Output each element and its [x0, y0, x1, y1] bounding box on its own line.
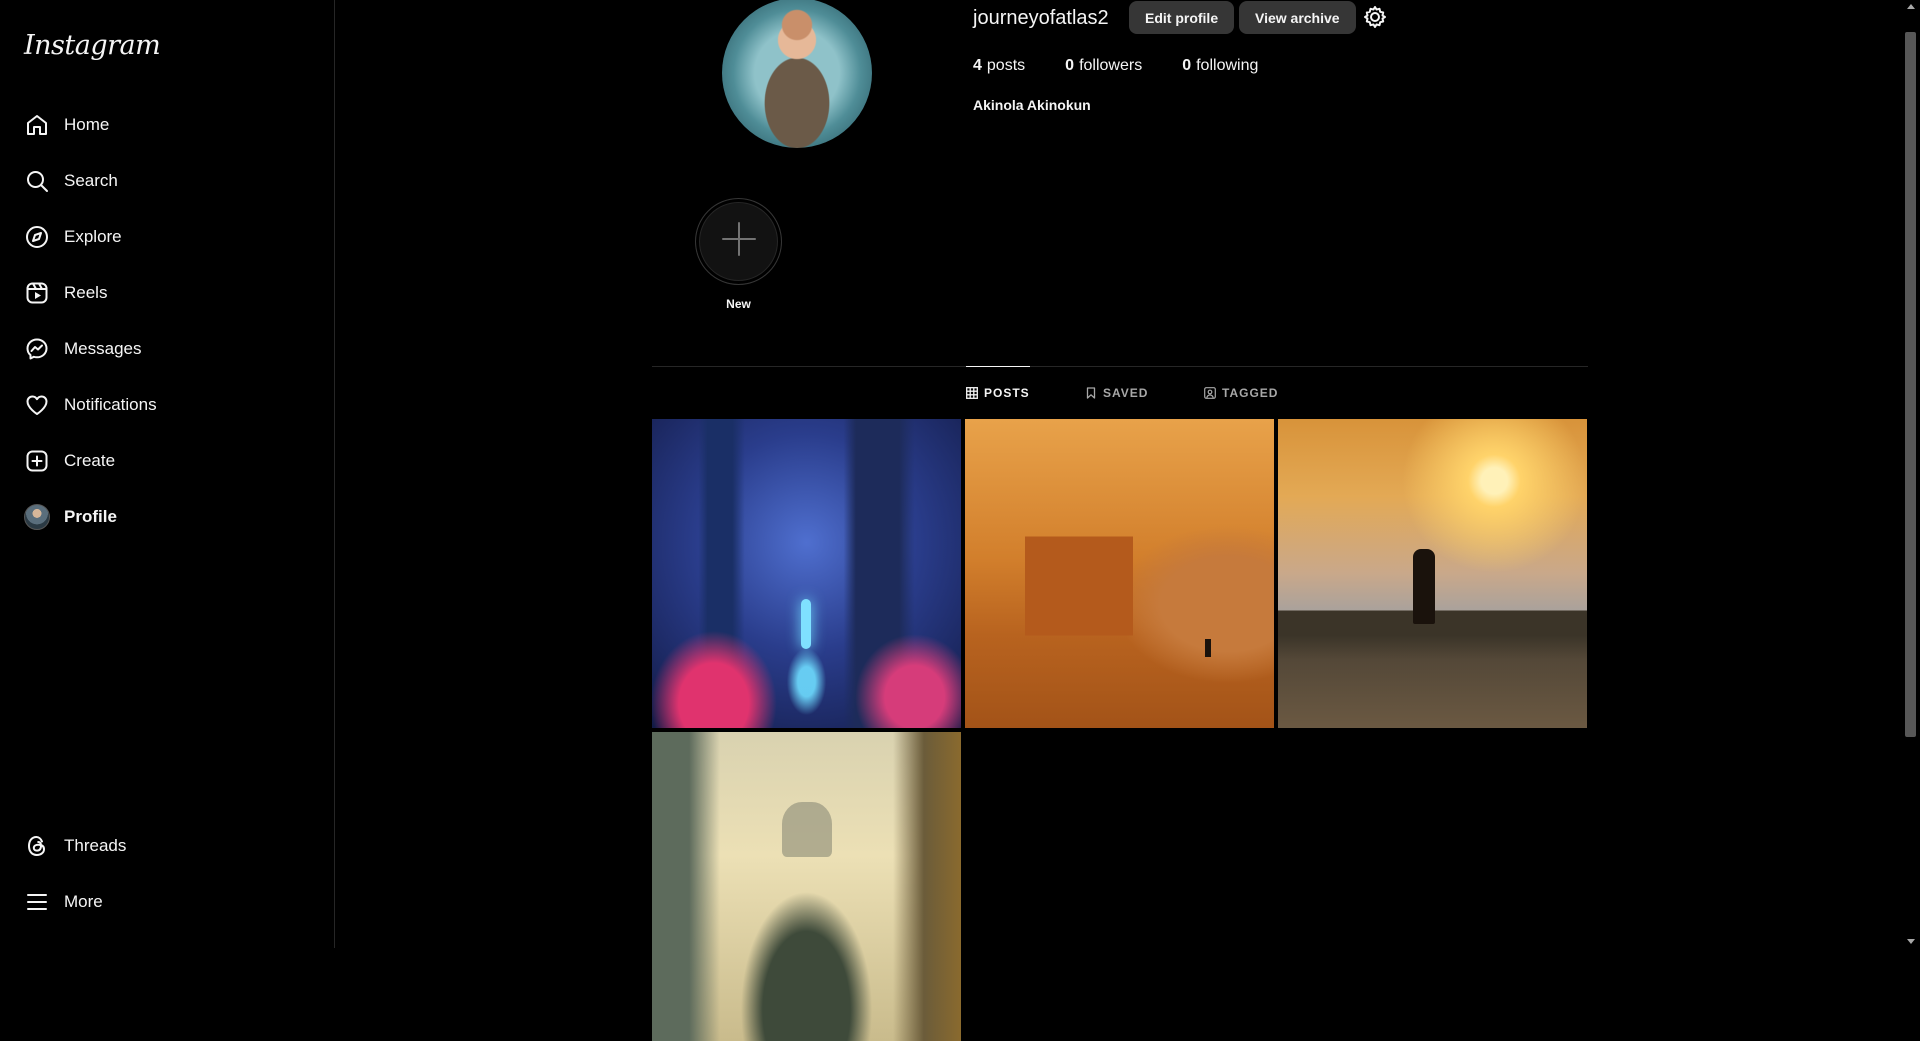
sidebar: Instagram Home Search Explore Reels Mess…	[0, 0, 335, 948]
threads-icon	[24, 833, 50, 859]
profile-main: journeyofatlas2 Edit profile View archiv…	[336, 0, 1901, 1041]
grid-icon	[966, 387, 978, 399]
posts-stat: 4 posts	[973, 57, 1025, 75]
posts-count: 4	[973, 57, 982, 74]
post-thumbnail[interactable]	[965, 419, 1274, 728]
sidebar-item-label: Profile	[64, 507, 117, 526]
hamburger-icon	[24, 889, 50, 915]
new-highlight-button[interactable]: New	[695, 198, 782, 311]
scrollbar[interactable]	[1901, 0, 1920, 948]
post-thumbnail[interactable]	[652, 419, 961, 728]
sidebar-item-label: Home	[64, 115, 110, 134]
sidebar-item-label: Reels	[64, 283, 108, 302]
sidebar-item-label: Search	[64, 171, 118, 190]
following-label: following	[1196, 57, 1259, 74]
sidebar-item-messages[interactable]: Messages	[12, 324, 322, 374]
tab-label: TAGGED	[1222, 385, 1279, 400]
sidebar-item-search[interactable]: Search	[12, 156, 322, 206]
tab-saved[interactable]: SAVED	[1085, 366, 1148, 419]
tag-user-icon	[1204, 386, 1216, 399]
instagram-logo[interactable]: Instagram	[24, 30, 161, 61]
bookmark-icon	[1085, 386, 1097, 399]
scroll-up-arrow[interactable]	[1907, 4, 1915, 9]
profile-full-name: Akinola Akinokun	[973, 97, 1091, 113]
following-stat[interactable]: 0 following	[1182, 57, 1258, 75]
posts-label: posts	[986, 57, 1026, 74]
tab-tagged[interactable]: TAGGED	[1204, 366, 1278, 419]
sidebar-item-threads[interactable]: Threads	[12, 821, 322, 871]
messenger-icon	[24, 336, 50, 362]
profile-avatar[interactable]	[722, 0, 872, 148]
sidebar-item-profile[interactable]: Profile	[12, 492, 322, 542]
sidebar-item-label: Threads	[64, 836, 127, 855]
plus-icon	[717, 217, 761, 266]
sidebar-item-explore[interactable]: Explore	[12, 212, 322, 262]
followers-count: 0	[1065, 57, 1075, 74]
post-thumbnail[interactable]	[1278, 419, 1587, 728]
plus-square-icon	[24, 448, 50, 474]
sidebar-item-notifications[interactable]: Notifications	[12, 380, 322, 430]
compass-icon	[24, 224, 50, 250]
following-count: 0	[1182, 57, 1192, 74]
highlight-label: New	[726, 297, 751, 311]
scroll-down-arrow[interactable]	[1907, 939, 1915, 944]
post-thumbnail[interactable]	[652, 732, 961, 1041]
sidebar-item-label: More	[64, 892, 103, 911]
sidebar-item-label: Create	[64, 451, 116, 470]
sidebar-item-label: Messages	[64, 339, 142, 358]
sidebar-item-label: Explore	[64, 227, 122, 246]
highlight-circle	[695, 198, 782, 285]
followers-label: followers	[1079, 57, 1143, 74]
sidebar-item-create[interactable]: Create	[12, 436, 322, 486]
tab-posts[interactable]: POSTS	[966, 366, 1030, 419]
edit-profile-button[interactable]: Edit profile	[1129, 1, 1235, 34]
search-icon	[24, 168, 50, 194]
sidebar-item-reels[interactable]: Reels	[12, 268, 322, 318]
reels-icon	[24, 280, 50, 306]
avatar	[24, 504, 50, 530]
scroll-thumb[interactable]	[1905, 32, 1916, 737]
followers-stat[interactable]: 0 followers	[1065, 57, 1142, 75]
profile-stats: 4 posts 0 followers 0 following	[973, 57, 1298, 75]
sidebar-item-home[interactable]: Home	[12, 100, 322, 150]
tab-label: SAVED	[1103, 385, 1149, 400]
home-icon	[24, 112, 50, 138]
gear-icon[interactable]	[1362, 4, 1388, 30]
heart-icon	[24, 392, 50, 418]
sidebar-item-label: Notifications	[64, 395, 157, 414]
tab-label: POSTS	[984, 386, 1030, 400]
profile-username: journeyofatlas2	[973, 7, 1109, 29]
view-archive-button[interactable]: View archive	[1239, 1, 1356, 34]
sidebar-item-more[interactable]: More	[12, 877, 322, 927]
